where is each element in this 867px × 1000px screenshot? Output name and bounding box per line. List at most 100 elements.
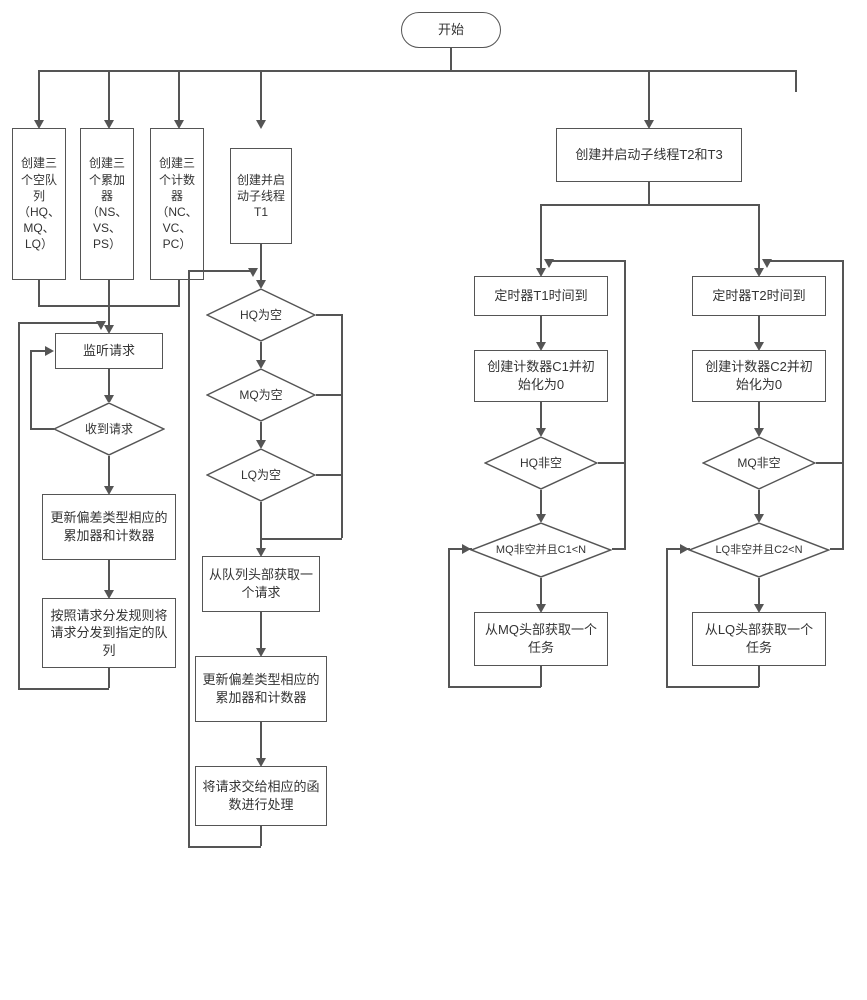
arrow: [248, 268, 258, 277]
connector: [548, 260, 625, 262]
mq-empty-label: MQ为空: [231, 387, 290, 403]
t3-timer-label: 定时器T2时间到: [712, 287, 805, 305]
connector: [842, 260, 844, 550]
connector: [316, 314, 342, 316]
connector: [260, 722, 262, 758]
create-queues-label: 创建三个空队列（HQ、MQ、LQ）: [18, 155, 60, 252]
t2-create-counter-box: 创建计数器C1并初始化为0: [474, 350, 608, 402]
connector: [540, 204, 542, 268]
arrow: [256, 120, 266, 129]
update-acc-cnt-t1-box: 更新偏差类型相应的累加器和计数器: [195, 656, 327, 722]
connector: [260, 244, 262, 280]
connector: [18, 322, 100, 324]
connector: [108, 305, 110, 325]
t2-mq-cond-decision: MQ非空并且C1<N: [470, 522, 612, 578]
connector: [648, 182, 650, 204]
t3-lq-cond-label: LQ非空并且C2<N: [707, 543, 810, 558]
connector: [30, 350, 48, 352]
create-accumulators-label: 创建三个累加器（NS、VS、PS）: [87, 155, 128, 252]
t3-mq-nonempty-decision: MQ非空: [702, 436, 816, 490]
connector: [38, 70, 40, 120]
hq-empty-decision: HQ为空: [206, 288, 316, 342]
connector: [612, 548, 624, 550]
arrow: [762, 259, 772, 268]
connector: [38, 70, 796, 72]
connector: [188, 846, 261, 848]
connector: [341, 314, 343, 538]
connector: [260, 422, 262, 440]
connector: [758, 402, 760, 428]
connector: [18, 322, 20, 689]
create-counters-label: 创建三个计数器（NC、VC、PC）: [156, 155, 197, 252]
connector: [260, 826, 262, 846]
t3-timer-box: 定时器T2时间到: [692, 276, 826, 316]
connector: [648, 70, 650, 120]
lq-empty-decision: LQ为空: [206, 448, 316, 502]
t2-hq-nonempty-label: HQ非空: [512, 455, 570, 471]
connector: [795, 70, 797, 92]
create-t1-label: 创建并启动子线程T1: [237, 172, 285, 221]
connector: [108, 369, 110, 395]
connector: [816, 462, 842, 464]
connector: [260, 612, 262, 648]
connector: [260, 502, 262, 550]
t3-create-counter-label: 创建计数器C2并初始化为0: [699, 358, 819, 393]
t2-mq-cond-label: MQ非空并且C1<N: [488, 543, 594, 558]
connector: [448, 548, 450, 686]
t3-create-counter-box: 创建计数器C2并初始化为0: [692, 350, 826, 402]
connector: [108, 70, 110, 120]
connector: [30, 428, 54, 430]
receive-request-label: 收到请求: [77, 421, 141, 437]
update-acc-cnt-left-box: 更新偏差类型相应的累加器和计数器: [42, 494, 176, 560]
t3-fetch-lq-label: 从LQ头部获取一个任务: [699, 621, 819, 656]
connector: [260, 342, 262, 360]
connector: [108, 456, 110, 486]
create-queues-box: 创建三个空队列（HQ、MQ、LQ）: [12, 128, 66, 280]
hq-empty-label: HQ为空: [232, 307, 290, 323]
create-t2t3-label: 创建并启动子线程T2和T3: [575, 146, 722, 164]
connector: [758, 578, 760, 604]
connector: [260, 538, 342, 540]
handoff-label: 将请求交给相应的函数进行处理: [202, 778, 320, 813]
create-t2t3-box: 创建并启动子线程T2和T3: [556, 128, 742, 182]
arrow: [96, 321, 106, 330]
arrow: [680, 544, 689, 554]
connector: [758, 666, 760, 687]
lq-empty-label: LQ为空: [233, 467, 289, 483]
connector: [30, 350, 32, 429]
connector: [758, 316, 760, 342]
connector: [540, 578, 542, 604]
t2-fetch-mq-label: 从MQ头部获取一个任务: [481, 621, 601, 656]
t2-create-counter-label: 创建计数器C1并初始化为0: [481, 358, 601, 393]
listen-request-box: 监听请求: [55, 333, 163, 369]
connector: [540, 666, 542, 687]
connector: [108, 668, 110, 688]
mq-empty-decision: MQ为空: [206, 368, 316, 422]
receive-request-decision: 收到请求: [53, 402, 165, 456]
connector: [666, 548, 668, 686]
start-label: 开始: [438, 21, 464, 39]
arrow: [462, 544, 471, 554]
t2-fetch-mq-box: 从MQ头部获取一个任务: [474, 612, 608, 666]
connector: [624, 260, 626, 550]
connector: [448, 686, 541, 688]
get-from-head-label: 从队列头部获取一个请求: [209, 566, 313, 601]
dispatch-label: 按照请求分发规则将请求分发到指定的队列: [49, 607, 169, 660]
connector: [178, 280, 180, 305]
arrow: [544, 259, 554, 268]
listen-request-label: 监听请求: [83, 342, 135, 360]
connector: [316, 474, 342, 476]
connector: [188, 270, 252, 272]
connector: [666, 686, 759, 688]
connector: [830, 548, 842, 550]
connector: [108, 280, 110, 305]
connector: [316, 394, 342, 396]
start-terminator: 开始: [401, 12, 501, 48]
create-t1-box: 创建并启动子线程T1: [230, 148, 292, 244]
t3-fetch-lq-box: 从LQ头部获取一个任务: [692, 612, 826, 666]
t3-lq-cond-decision: LQ非空并且C2<N: [688, 522, 830, 578]
t3-mq-nonempty-label: MQ非空: [729, 455, 788, 471]
connector: [758, 490, 760, 514]
connector: [108, 560, 110, 590]
connector: [18, 688, 109, 690]
